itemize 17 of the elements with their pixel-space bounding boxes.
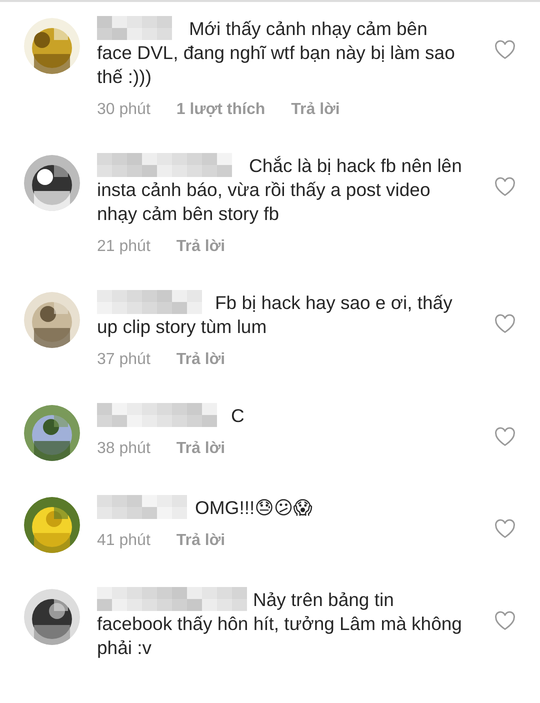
comment-time: 38 phút — [97, 440, 150, 458]
comment-time: 41 phút — [97, 532, 150, 550]
comment-time: 21 phút — [97, 238, 150, 256]
heart-icon[interactable] — [494, 314, 516, 334]
reply-link[interactable]: Trả lời — [176, 532, 226, 550]
comment-time: 30 phút — [97, 101, 150, 119]
reply-link[interactable]: Trả lời — [176, 440, 226, 458]
reply-link[interactable]: Trả lời — [176, 238, 226, 256]
heart-icon[interactable] — [494, 611, 516, 631]
reply-link[interactable]: Trả lời — [176, 351, 226, 369]
reply-link[interactable]: Trả lời — [291, 101, 340, 119]
likes-link[interactable]: 1 lượt thích — [176, 101, 266, 119]
heart-icon[interactable] — [494, 519, 516, 539]
heart-icon[interactable] — [494, 177, 516, 197]
heart-icon[interactable] — [494, 427, 516, 447]
heart-icon[interactable] — [494, 40, 516, 60]
comment-time: 37 phút — [97, 351, 150, 369]
